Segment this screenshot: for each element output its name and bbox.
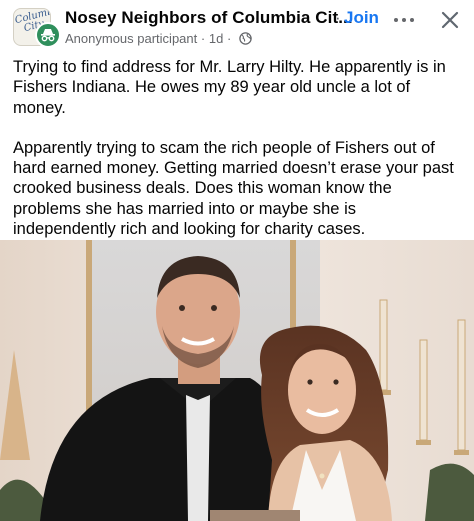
post-paragraph: Apparently trying to scam the rich peopl… [13,138,454,239]
group-name[interactable]: Nosey Neighbors of Columbia Cit... [65,8,353,28]
close-icon[interactable] [438,8,462,32]
post-paragraph: Trying to find address for Mr. Larry Hil… [13,58,446,117]
post-time[interactable]: 1d [209,31,223,46]
meta-separator: · [200,31,206,46]
anonymous-icon [35,22,61,48]
post-body: Trying to find address for Mr. Larry Hil… [13,57,463,239]
post-meta: Anonymous participant · 1d · [65,31,252,47]
globe-icon [239,32,252,48]
header-separator: · [335,8,341,27]
author-name: Anonymous participant [65,31,198,46]
meta-separator: · [226,31,232,46]
join-button[interactable]: Join [344,8,379,28]
post-header: Columbia City Nosey Neighbors of Columbi… [0,0,474,52]
wedding-photo[interactable] [0,240,474,521]
more-options-icon[interactable] [392,10,416,30]
